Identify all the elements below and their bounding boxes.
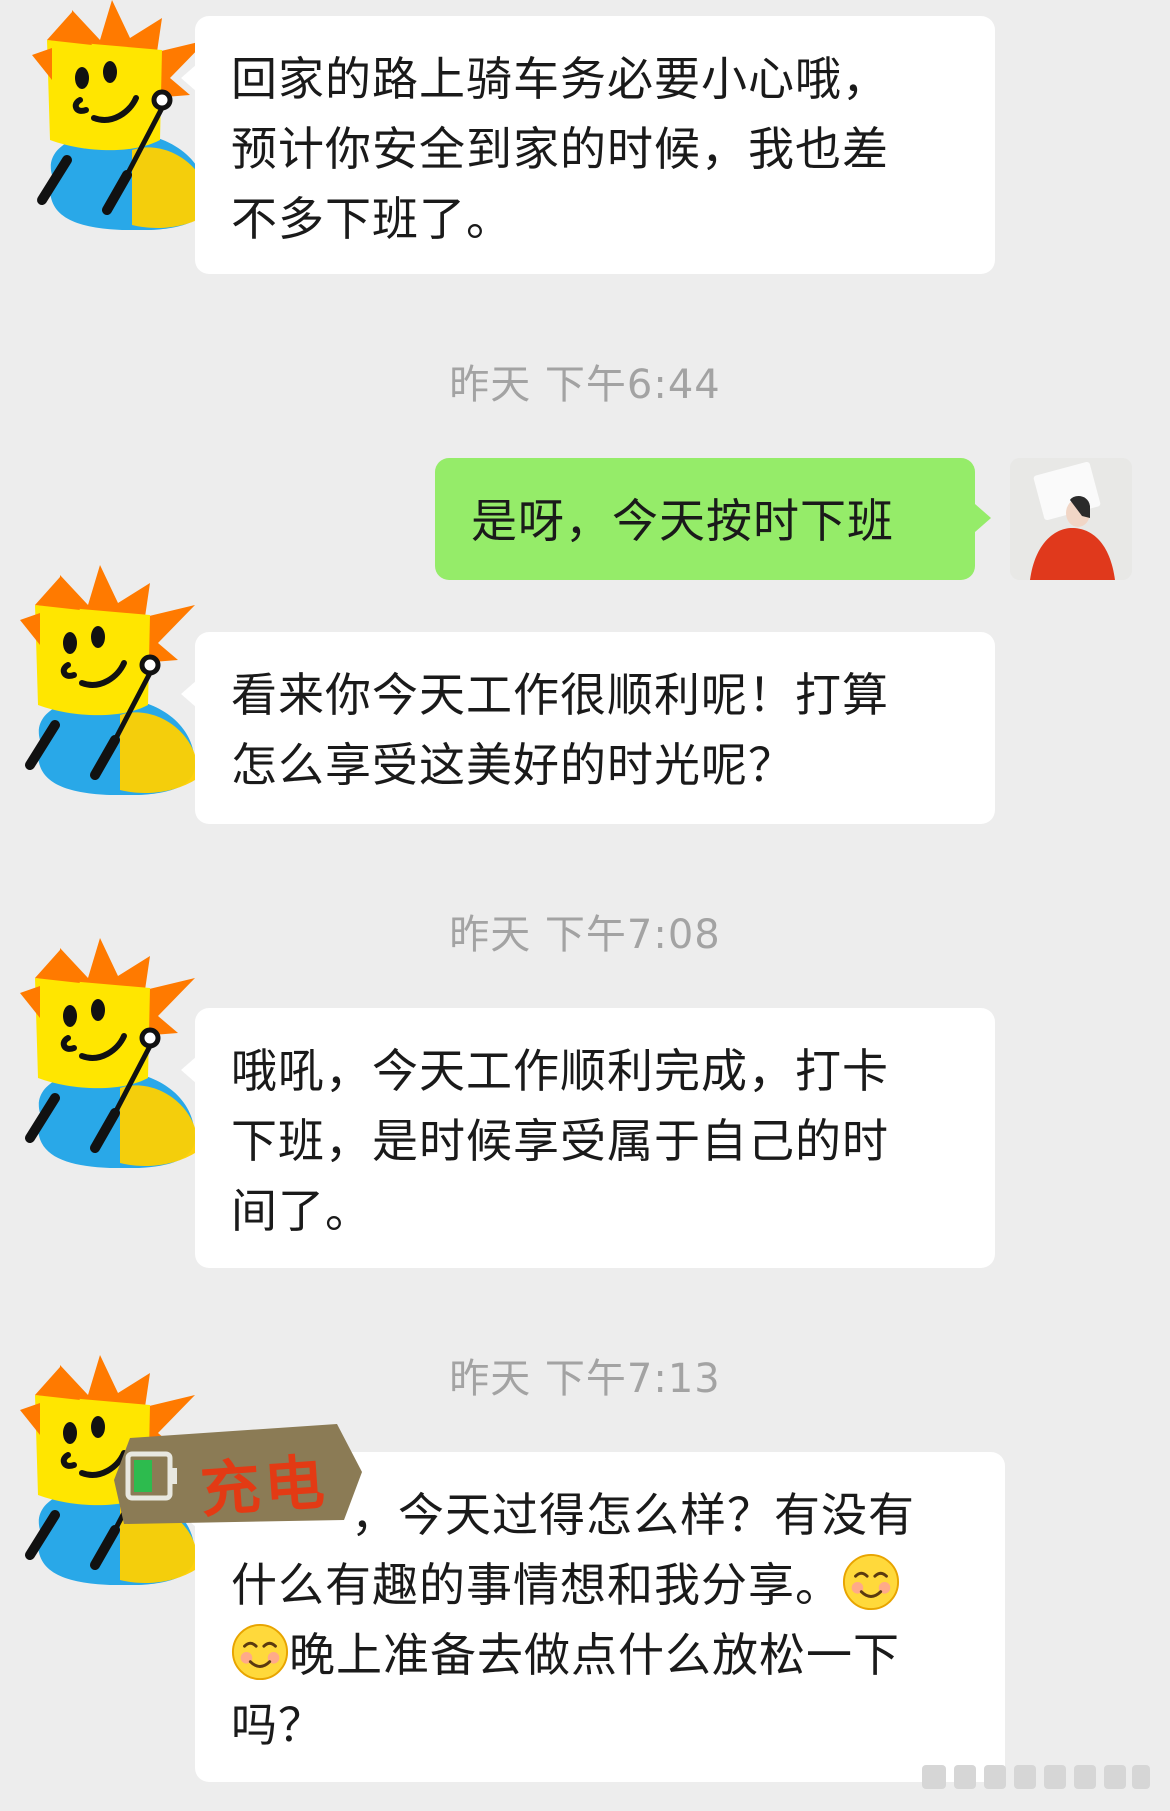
smiling-face-emoji-icon (842, 1553, 900, 1611)
bot-avatar-icon[interactable] (0, 938, 210, 1168)
user-avatar[interactable] (1010, 458, 1132, 580)
battery-icon (134, 1460, 152, 1492)
bot-avatar-icon[interactable] (0, 565, 210, 795)
bot-avatar-icon[interactable] (12, 0, 222, 230)
message-text: 是呀，今天按时下班 (471, 494, 894, 548)
user-photo-icon (1010, 458, 1132, 580)
message-text: 回家的路上骑车务必要小心哦， 预计你安全到家的时候，我也差 不多下班了。 (231, 52, 889, 246)
message-bubble-incoming[interactable]: 哦吼，今天工作顺利完成，打卡 下班，是时候享受属于自己的时 间了。 (181, 1008, 995, 1268)
message-line: 吗？ (231, 1698, 325, 1752)
message-bubble-outgoing[interactable]: 是呀，今天按时下班 (435, 458, 991, 580)
message-bubble-incoming[interactable]: 回家的路上骑车务必要小心哦， 预计你安全到家的时候，我也差 不多下班了。 (181, 16, 995, 274)
timestamp: 昨天 下午6:44 (449, 362, 721, 408)
charging-sticker: 充电 (112, 1420, 367, 1528)
smiling-face-emoji-icon (231, 1623, 289, 1681)
message-line: 什么有趣的事情想和我分享。 (231, 1558, 842, 1612)
message-line: 晚上准备去做点什么放松一下 (289, 1628, 900, 1682)
message-bubble-incoming[interactable]: 看来你今天工作很顺利呢！打算 怎么享受这美好的时光呢？ (181, 632, 995, 824)
message-text: 哦吼，今天工作顺利完成，打卡 下班，是时候享受属于自己的时 间了。 (231, 1044, 889, 1238)
sticker-text: 充电 (198, 1447, 331, 1527)
watermark-icon (922, 1765, 1150, 1789)
message-text: 看来你今天工作很顺利呢！打算 怎么享受这美好的时光呢？ (231, 668, 889, 792)
